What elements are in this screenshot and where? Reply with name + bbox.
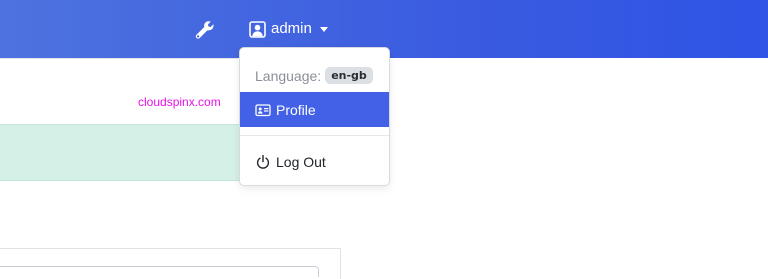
power-icon xyxy=(255,154,271,170)
wrench-icon[interactable] xyxy=(194,19,214,39)
success-alert xyxy=(0,124,245,181)
language-row: Language: en-gb xyxy=(255,67,373,84)
menu-item-logout[interactable]: Log Out xyxy=(240,144,389,179)
card-input[interactable] xyxy=(0,266,319,277)
user-dropdown-menu: Language: en-gb Profile Log Out xyxy=(239,47,390,186)
username-label: admin xyxy=(271,20,312,37)
id-card-icon xyxy=(255,102,271,118)
menu-divider xyxy=(240,135,389,136)
watermark-text: cloudspinx.com xyxy=(138,95,221,109)
menu-item-label: Profile xyxy=(276,101,316,118)
language-badge[interactable]: en-gb xyxy=(325,67,373,84)
user-icon xyxy=(249,20,266,38)
menu-item-profile[interactable]: Profile xyxy=(240,92,389,127)
content-divider xyxy=(0,58,238,59)
menu-item-label: Log Out xyxy=(276,153,326,170)
user-menu-toggle[interactable]: admin xyxy=(249,19,328,39)
language-label: Language: xyxy=(255,67,322,84)
caret-down-icon xyxy=(319,26,328,32)
